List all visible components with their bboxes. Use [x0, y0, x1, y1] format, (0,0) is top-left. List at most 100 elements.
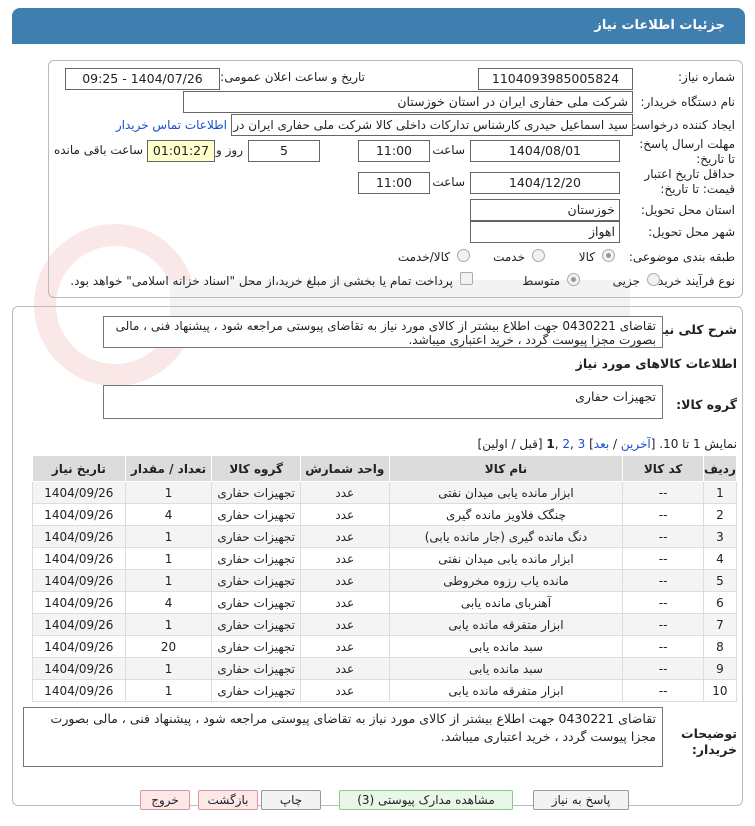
validity-date-field: 1404/12/20	[470, 172, 620, 194]
cell-name: سبد مانده یابی	[388, 657, 624, 680]
cell-qty: 1	[124, 547, 213, 570]
cell-row: 5	[702, 569, 738, 592]
cell-group: تجهیزات حفاری	[211, 613, 301, 636]
province-label: استان محل تحویل:	[640, 203, 735, 217]
cell-name: آهنربای مانده یابی	[388, 591, 624, 614]
cell-qty: 20	[124, 635, 213, 658]
buyer-notes-textarea[interactable]: تقاضای 0430221 جهت اطلاع بیشتر از کالای …	[23, 707, 663, 767]
cell-row: 4	[702, 547, 738, 570]
cell-unit: عدد	[299, 481, 390, 504]
attachments-button[interactable]: مشاهده مدارک پیوستی (3)	[339, 790, 513, 810]
pager-last-link[interactable]: آخرین	[621, 437, 651, 451]
validity-label: حداقل تاریخ اعتبار قیمت: تا تاریخ:	[644, 167, 735, 196]
cell-code: --	[622, 503, 704, 526]
cell-code: --	[622, 481, 704, 504]
pager-page-2[interactable]: 2	[562, 437, 570, 451]
cell-date: 1404/09/26	[32, 657, 126, 680]
validity-time-label: ساعت	[432, 175, 465, 189]
table-row: 8 -- سبد مانده یابی عدد تجهیزات حفاری 20 1404/…	[32, 635, 738, 658]
treasury-checkbox[interactable]	[460, 272, 473, 285]
category-goods-label: کالا	[578, 250, 595, 264]
col-code: کد کالا	[622, 455, 704, 482]
back-button[interactable]: بازگشت	[198, 790, 258, 810]
cell-row: 7	[702, 613, 738, 636]
cell-group: تجهیزات حفاری	[211, 679, 301, 702]
pager-page-1-current: 1	[546, 437, 555, 451]
cell-row: 10	[702, 679, 738, 702]
cell-unit: عدد	[299, 591, 390, 614]
category-goods-service-radio[interactable]	[457, 249, 470, 262]
deadline-time-label: ساعت	[432, 143, 465, 157]
page-title: جزئیات اطلاعات نیاز	[12, 8, 745, 44]
cell-code: --	[622, 525, 704, 548]
category-service-radio[interactable]	[532, 249, 545, 262]
cell-unit: عدد	[299, 547, 390, 570]
process-medium-radio[interactable]	[567, 273, 580, 286]
province-field: خوزستان	[470, 199, 620, 221]
cell-unit: عدد	[299, 503, 390, 526]
pager-suffix: [قبل / اولین]	[477, 437, 547, 451]
goods-group-textarea[interactable]: تجهیزات حفاری	[103, 385, 663, 419]
buyer-contact-link[interactable]: اطلاعات تماس خریدار	[116, 118, 227, 132]
cell-unit: عدد	[299, 525, 390, 548]
cell-group: تجهیزات حفاری	[211, 481, 301, 504]
cell-row: 2	[702, 503, 738, 526]
cell-row: 6	[702, 591, 738, 614]
treasury-note: پرداخت تمام یا بخشی از مبلغ خرید،از محل …	[70, 274, 453, 288]
description-textarea[interactable]: تقاضای 0430221 جهت اطلاع بیشتر از کالای …	[103, 316, 663, 348]
cell-name: دنگ مانده گیری (جار مانده یابی)	[388, 525, 624, 548]
days-label: روز و	[216, 143, 243, 157]
category-goods-radio[interactable]	[602, 249, 615, 262]
cell-name: مانده یاب رزوه مخروطی	[388, 569, 624, 592]
exit-button[interactable]: خروج	[140, 790, 190, 810]
cell-date: 1404/09/26	[32, 569, 126, 592]
cell-name: ابزار متفرقه مانده یابی	[388, 613, 624, 636]
col-unit: واحد شمارش	[299, 455, 390, 482]
col-qty: تعداد / مقدار	[124, 455, 213, 482]
pager-sep: ,	[570, 437, 578, 451]
table-row: 4 -- ابزار مانده یابی میدان نفتی عدد تجهیزات…	[32, 547, 738, 570]
creator-label: ایجاد کننده درخواست:	[624, 118, 735, 132]
process-partial-radio[interactable]	[647, 273, 660, 286]
buyer-field: شرکت ملی حفاری ایران در استان خوزستان	[183, 91, 633, 113]
cell-name: ابزار مانده یابی میدان نفتی	[388, 481, 624, 504]
cell-code: --	[622, 591, 704, 614]
cell-code: --	[622, 547, 704, 570]
cell-unit: عدد	[299, 635, 390, 658]
cell-date: 1404/09/26	[32, 525, 126, 548]
city-field: اهواز	[470, 221, 620, 243]
need-number-label: شماره نیاز:	[678, 70, 735, 84]
deadline-time-field: 11:00	[358, 140, 430, 162]
table-header-row: ردیف کد کالا نام کالا واحد شمارش گروه کا…	[32, 455, 738, 482]
print-button[interactable]: چاپ	[261, 790, 321, 810]
cell-name: ابزار متفرقه مانده یابی	[388, 679, 624, 702]
cell-name: سبد مانده یابی	[388, 635, 624, 658]
table-row: 3 -- دنگ مانده گیری (جار مانده یابی) عدد تجه…	[32, 525, 738, 548]
cell-row: 1	[702, 481, 738, 504]
cell-qty: 1	[124, 569, 213, 592]
announce-date-field: 1404/07/26 - 09:25	[65, 68, 220, 90]
table-row: 1 -- ابزار مانده یابی میدان نفتی عدد تجهیزات…	[32, 481, 738, 504]
process-partial-label: جزیی	[612, 274, 640, 288]
cell-date: 1404/09/26	[32, 481, 126, 504]
cell-qty: 1	[124, 613, 213, 636]
pagination: نمایش 1 تا 10. [آخرین / بعد] 3 ,2 ,1 [قب…	[478, 437, 737, 451]
cell-code: --	[622, 613, 704, 636]
cell-date: 1404/09/26	[32, 613, 126, 636]
goods-table: ردیف کد کالا نام کالا واحد شمارش گروه کا…	[32, 455, 738, 702]
category-goods-service-label: کالا/خدمت	[397, 250, 450, 264]
table-row: 10 -- ابزار متفرقه مانده یابی عدد تجهیزات حف…	[32, 679, 738, 702]
table-row: 7 -- ابزار متفرقه مانده یابی عدد تجهیزات حفا…	[32, 613, 738, 636]
announce-label: تاریخ و ساعت اعلان عمومی:	[220, 70, 365, 84]
col-group: گروه کالا	[211, 455, 301, 482]
pager-next-link[interactable]: بعد	[594, 437, 609, 451]
cell-date: 1404/09/26	[32, 591, 126, 614]
cell-unit: عدد	[299, 679, 390, 702]
reply-button[interactable]: پاسخ به نیاز	[533, 790, 629, 810]
creator-field: سید اسماعیل حیدری کارشناس تدارکات داخلی …	[231, 114, 633, 136]
table-row: 9 -- سبد مانده یابی عدد تجهیزات حفاری 1 1404/0…	[32, 657, 738, 680]
cell-unit: عدد	[299, 657, 390, 680]
goods-info-heading: اطلاعات کالاهای مورد نیاز	[575, 356, 737, 371]
goods-group-label: گروه کالا:	[676, 397, 737, 412]
cell-code: --	[622, 657, 704, 680]
